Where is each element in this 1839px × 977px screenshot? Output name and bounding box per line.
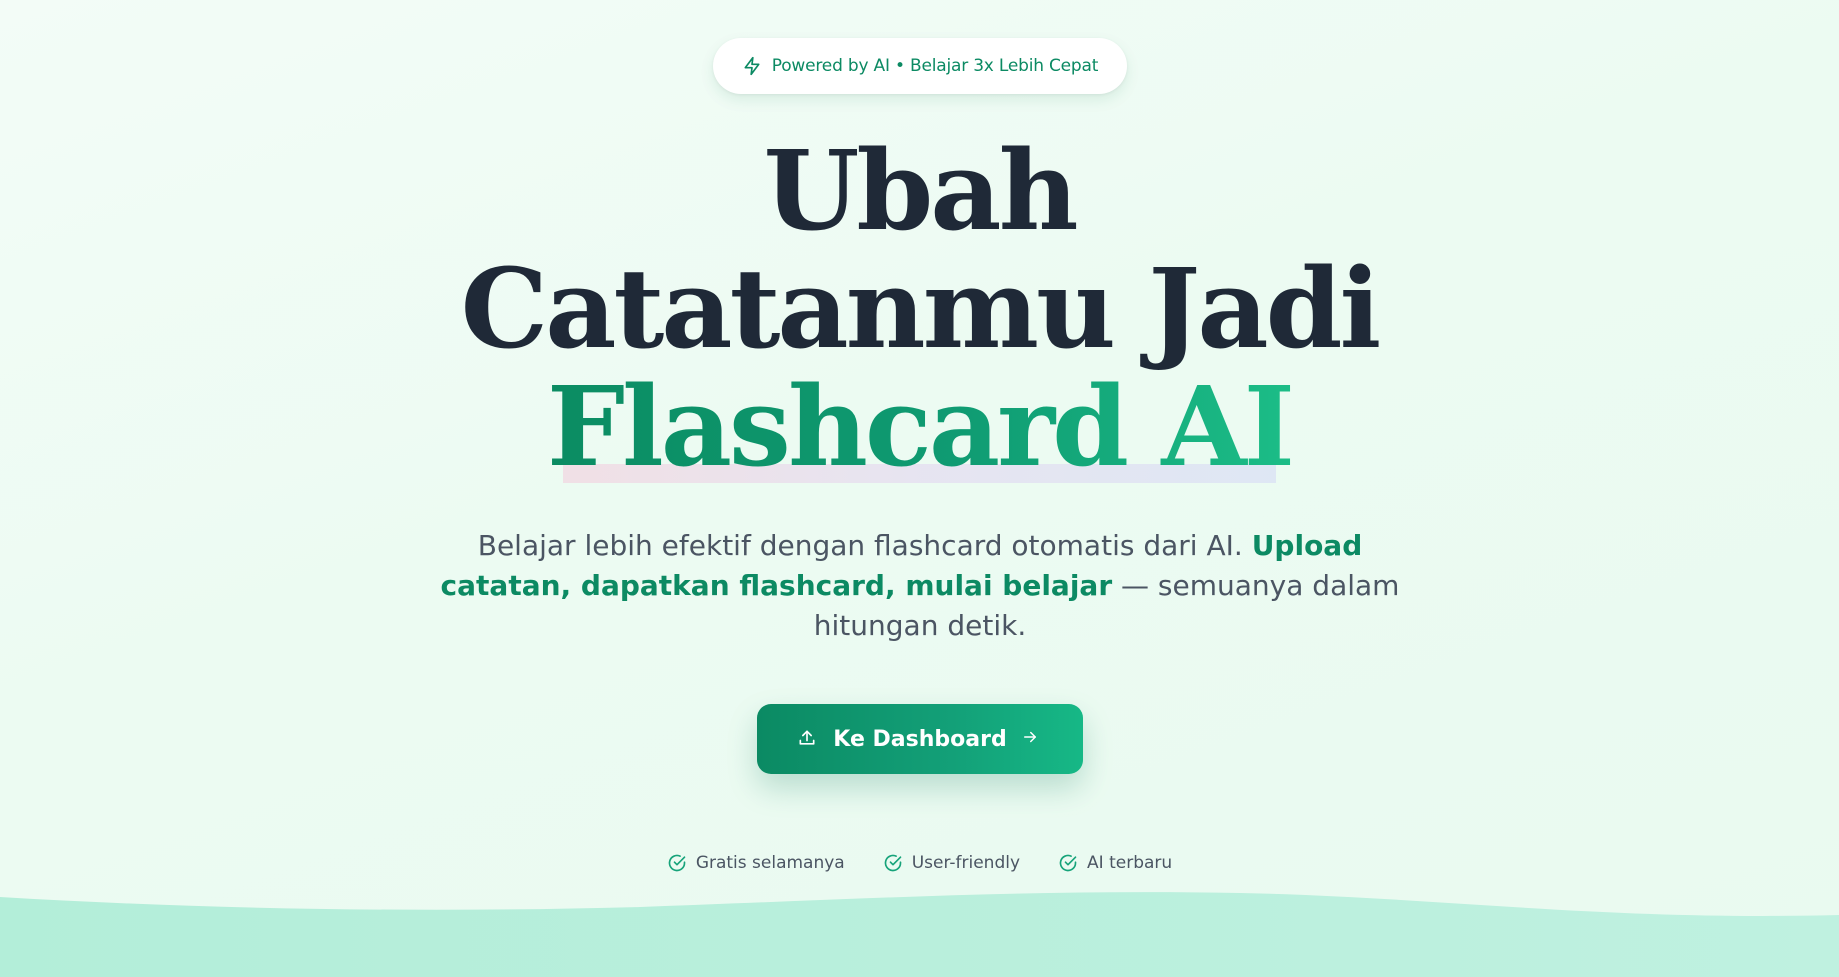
feature-label: Gratis selamanya: [695, 853, 845, 873]
hero-description: Belajar lebih efektif dengan flashcard o…: [440, 526, 1400, 646]
feature-item: Gratis selamanya: [667, 853, 845, 873]
feature-list: Gratis selamanya User-friendly AI terbar…: [0, 853, 1839, 873]
headline-line-1: Ubah: [763, 126, 1078, 255]
feature-label: User-friendly: [911, 853, 1021, 873]
page-headline: Ubah Catatanmu Jadi Flashcard AI: [0, 132, 1839, 486]
upload-icon: [797, 728, 819, 750]
feature-item: AI terbaru: [1058, 853, 1172, 873]
feature-label: AI terbaru: [1087, 853, 1173, 873]
hero-section: Powered by AI • Belajar 3x Lebih Cepat U…: [0, 0, 1839, 977]
description-text-1: Belajar lebih efektif dengan flashcard o…: [477, 529, 1252, 562]
powered-by-badge: Powered by AI • Belajar 3x Lebih Cepat: [713, 38, 1127, 94]
bottom-wave: [0, 892, 1839, 977]
lightning-icon: [742, 56, 762, 76]
check-circle-icon: [1058, 853, 1078, 873]
dashboard-button-label: Ke Dashboard: [833, 726, 1007, 752]
check-circle-icon: [883, 853, 903, 873]
dashboard-button[interactable]: Ke Dashboard: [757, 704, 1083, 774]
feature-item: User-friendly: [883, 853, 1020, 873]
headline-line-2: Catatanmu Jadi: [460, 244, 1382, 373]
arrow-right-icon: [1021, 728, 1043, 750]
badge-text: Powered by AI • Belajar 3x Lebih Cepat: [771, 56, 1099, 76]
headline-accent: Flashcard AI: [546, 362, 1295, 491]
check-circle-icon: [667, 853, 687, 873]
